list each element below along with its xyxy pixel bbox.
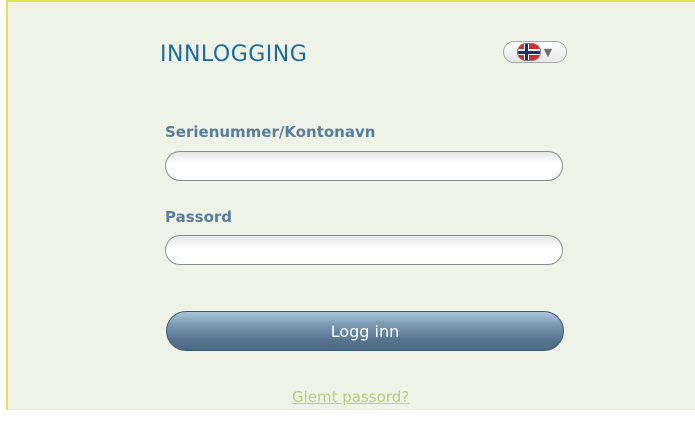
username-label: Serienummer/Kontonavn: [165, 123, 376, 141]
page-title: INNLOGGING: [160, 42, 308, 67]
password-input[interactable]: [165, 235, 563, 265]
login-panel: INNLOGGING ▼ Serienummer/Kontonavn Passo…: [6, 0, 695, 410]
password-label: Passord: [165, 208, 233, 226]
login-button[interactable]: Logg inn: [166, 311, 564, 351]
forgot-password-link[interactable]: Glemt passord?: [292, 388, 409, 406]
caret-down-icon: ▼: [543, 45, 553, 59]
username-input[interactable]: [165, 151, 563, 181]
login-button-label: Logg inn: [330, 321, 400, 341]
language-selector[interactable]: ▼: [503, 41, 567, 63]
norway-flag-icon: [517, 44, 540, 60]
